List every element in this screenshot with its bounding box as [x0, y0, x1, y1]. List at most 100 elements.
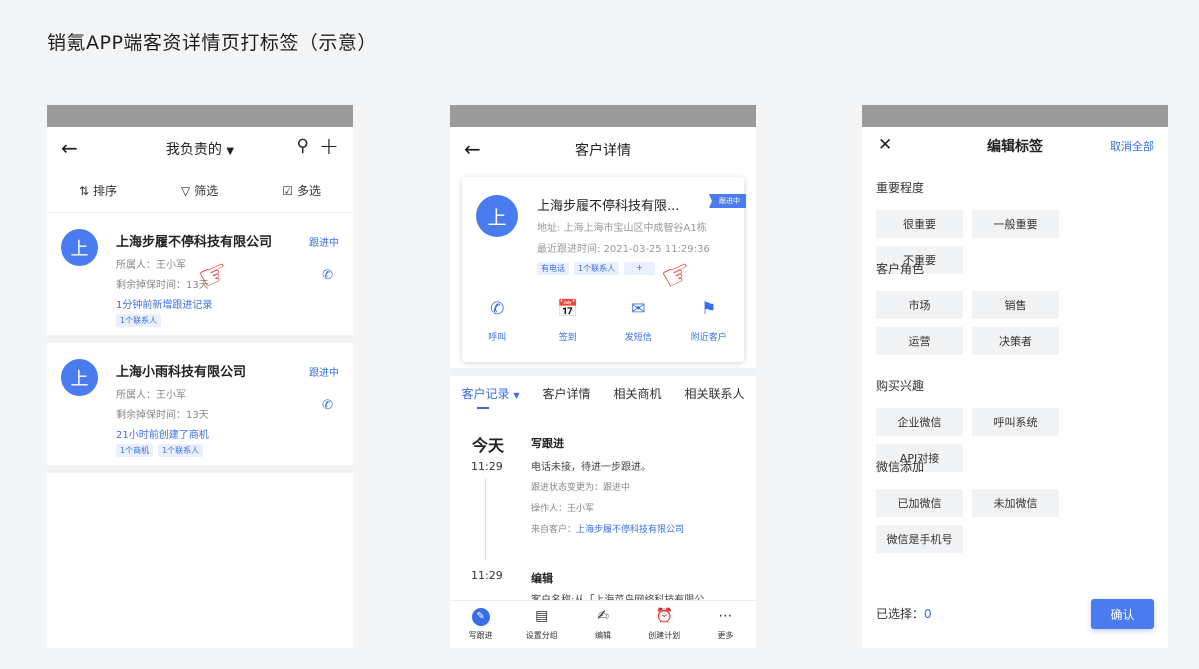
status-badge: 跟进中 — [309, 368, 339, 379]
nearby-customers-button[interactable]: ⚑ 附近客户 — [679, 299, 739, 343]
section-title: 重要程度 — [876, 181, 925, 195]
tag: 1个联系人 — [158, 444, 204, 457]
tag: 1个联系人 — [574, 262, 620, 275]
remain-time-text: 剩余掉保时间：13天 — [116, 410, 209, 421]
timeline-day: 今天 — [472, 436, 505, 455]
timeline-entry-meta: 操作人：王小军 — [531, 504, 595, 514]
tab-related-opportunities[interactable]: 相关商机 — [613, 385, 661, 402]
timeline-entry-meta: 跟进状态变更为：跟进中 — [531, 483, 631, 493]
sms-button[interactable]: ✉ 发短信 — [608, 299, 668, 343]
multi-select-button[interactable]: ☑ 多选 — [282, 182, 321, 199]
source-customer-link[interactable]: 上海步履不停科技有限公司 — [576, 525, 684, 535]
detail-tabs: 客户记录 ▼ 客户详情 相关商机 相关联系人 — [450, 385, 756, 409]
edit-tags-screen: ✕ 编辑标签 取消全部 重要程度 很重要 一般重要 不重要 客户角色 市场 销售… — [862, 105, 1168, 648]
tag-list: 1个商机 1个联系人 — [116, 444, 204, 457]
nav-bar: ✕ 编辑标签 取消全部 — [862, 127, 1168, 165]
customer-card[interactable]: 上 上海小雨科技有限公司 跟进中 所属人：王小军 剩余掉保时间：13天 21小时… — [47, 343, 353, 473]
timeline-entry-type: 编辑 — [531, 572, 553, 585]
tag-option[interactable]: 很重要 — [876, 210, 963, 238]
tag: 有电话 — [537, 262, 569, 275]
calendar-check-icon: 📅 — [557, 299, 579, 319]
customer-name: 上海步履不停科技有限... — [537, 199, 680, 214]
sort-button[interactable]: ⇅ 排序 — [79, 182, 117, 199]
avatar: 上 — [476, 195, 518, 237]
section-title: 客户角色 — [876, 262, 925, 276]
divider — [450, 368, 756, 376]
edit-button[interactable]: ✍ 编辑 — [573, 601, 633, 648]
sort-label: 排序 — [93, 184, 118, 198]
filter-icon: ▽ — [181, 184, 191, 198]
tag-option[interactable]: 决策者 — [972, 327, 1059, 355]
tag-option[interactable]: 销售 — [972, 291, 1059, 319]
timeline-time: 11:29 — [471, 569, 503, 582]
tag-option[interactable]: 运营 — [876, 327, 963, 355]
bottom-action-label: 更多 — [717, 631, 734, 640]
set-group-button[interactable]: ▤ 设置分组 — [512, 601, 572, 648]
caret-down-icon: ▼ — [513, 391, 520, 400]
more-button[interactable]: ⋯ 更多 — [695, 601, 755, 648]
mail-icon: ✉ — [631, 299, 646, 319]
bottom-action-label: 设置分组 — [525, 631, 558, 640]
tag-option[interactable]: 已加微信 — [876, 489, 963, 517]
address-text: 地址: 上海上海市宝山区中成智谷A1栋 — [537, 223, 707, 234]
add-icon[interactable]: + — [319, 132, 339, 160]
selected-label: 已选择： — [876, 607, 925, 621]
phone-icon: ✆ — [490, 299, 505, 319]
phone-icon[interactable]: ✆ — [322, 268, 333, 283]
avatar: 上 — [61, 229, 98, 266]
tab-related-contacts[interactable]: 相关联系人 — [684, 385, 744, 402]
status-badge: 跟进中 — [309, 238, 339, 249]
tag-option[interactable]: 市场 — [876, 291, 963, 319]
filter-button[interactable]: ▽ 筛选 — [181, 182, 218, 199]
search-icon[interactable]: ⚲ — [297, 136, 309, 156]
more-icon: ⋯ — [718, 608, 733, 624]
tag-list: 1个联系人 — [116, 314, 162, 327]
tab-label: 客户记录 — [461, 387, 510, 401]
activity-text: 1分钟前新增跟进记录 — [116, 300, 213, 311]
avatar: 上 — [61, 359, 98, 396]
filter-label: 筛选 — [194, 184, 219, 198]
source-label: 来自客户： — [531, 525, 577, 535]
timeline-entry-type: 写跟进 — [531, 437, 564, 450]
tag-option[interactable]: 一般重要 — [972, 210, 1059, 238]
nav-title: 客户详情 — [575, 143, 631, 159]
selected-count-text: 已选择：0 — [876, 605, 932, 622]
create-plan-button[interactable]: ⏰ 创建计划 — [634, 601, 694, 648]
action-row: ✆ 呼叫 📅 签到 ✉ 发短信 ⚑ 附近客户 — [462, 299, 744, 343]
bottom-action-bar: ✎ 写跟进 ▤ 设置分组 ✍ 编辑 ⏰ 创建计划 ⋯ 更多 — [450, 600, 756, 648]
add-tag-button[interactable]: + — [624, 262, 655, 275]
tag-list: 有电话 1个联系人 + — [537, 262, 655, 275]
nav-title: 我负责的 — [165, 142, 222, 158]
section-title: 微信添加 — [876, 460, 925, 474]
customer-name: 上海步履不停科技有限公司 — [116, 235, 273, 250]
location-icon: ⚑ — [701, 299, 717, 319]
cancel-all-button[interactable]: 取消全部 — [1110, 138, 1154, 154]
write-follow-up-button[interactable]: ✎ 写跟进 — [451, 601, 511, 648]
confirm-button[interactable]: 确认 — [1091, 599, 1154, 629]
action-label: 附近客户 — [690, 333, 727, 343]
owner-text: 所属人：王小军 — [116, 390, 186, 401]
status-bar — [862, 105, 1168, 127]
sort-icon: ⇅ — [78, 184, 90, 198]
timeline-time: 11:29 — [471, 460, 503, 473]
bottom-action-label: 创建计划 — [648, 631, 681, 640]
status-bar — [47, 105, 353, 127]
check-in-button[interactable]: 📅 签到 — [538, 299, 598, 343]
status-bar — [450, 105, 756, 127]
activity-text: 21小时前创建了商机 — [116, 430, 209, 441]
tag-option[interactable]: 呼叫系统 — [972, 408, 1059, 436]
tag-option[interactable]: 未加微信 — [972, 489, 1059, 517]
remain-time-text: 剩余掉保时间：13天 — [116, 280, 209, 291]
bottom-action-label: 写跟进 — [468, 631, 493, 640]
tag-option[interactable]: 微信是手机号 — [876, 525, 963, 553]
tag-option[interactable]: 企业微信 — [876, 408, 963, 436]
nav-bar: ← 客户详情 — [450, 127, 756, 171]
tab-customer-details[interactable]: 客户详情 — [542, 385, 590, 402]
action-label: 呼叫 — [488, 333, 507, 343]
checkbox-icon: ☑ — [282, 184, 293, 198]
tab-customer-records[interactable]: 客户记录 ▼ — [461, 385, 520, 409]
list-toolbar: ⇅ 排序 ▽ 筛选 ☑ 多选 — [47, 169, 353, 213]
status-badge: 跟进中 — [709, 194, 746, 208]
phone-icon[interactable]: ✆ — [322, 398, 333, 413]
call-button[interactable]: ✆ 呼叫 — [467, 299, 527, 343]
